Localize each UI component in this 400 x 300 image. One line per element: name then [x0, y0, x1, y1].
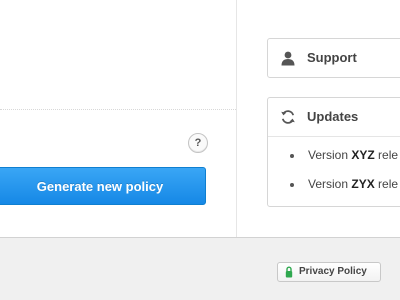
support-title: Support: [307, 50, 357, 65]
updates-list: Version XYZ rele Version ZYX rele: [268, 141, 400, 199]
update-item-prefix: Version: [308, 148, 352, 162]
update-item[interactable]: Version ZYX rele: [268, 170, 400, 199]
main-area: ? Generate new policy Support Updates Ve…: [0, 0, 400, 238]
updates-title: Updates: [307, 109, 359, 124]
generate-policy-button[interactable]: Generate new policy: [0, 167, 206, 205]
person-icon: [281, 51, 295, 66]
update-item-suffix: rele: [374, 148, 399, 162]
bullet-icon: [290, 154, 294, 158]
updates-panel-header: Updates: [268, 98, 400, 137]
update-item-version: ZYX: [351, 177, 375, 191]
support-panel[interactable]: Support: [267, 38, 400, 78]
section-divider: [0, 109, 236, 110]
updates-panel: Updates Version XYZ rele Version ZYX rel…: [267, 97, 400, 207]
update-item[interactable]: Version XYZ rele: [268, 141, 400, 170]
update-item-version: XYZ: [351, 148, 375, 162]
help-button[interactable]: ?: [188, 133, 208, 153]
update-item-suffix: rele: [374, 177, 399, 191]
privacy-policy-button[interactable]: Privacy Policy: [277, 262, 381, 282]
policy-content: ? Generate new policy: [0, 0, 237, 237]
privacy-policy-label: Privacy Policy: [299, 266, 367, 277]
footer: Privacy Policy: [0, 238, 400, 300]
support-panel-header[interactable]: Support: [268, 39, 400, 77]
lock-icon: [285, 266, 293, 278]
refresh-icon[interactable]: [280, 109, 296, 125]
bullet-icon: [290, 183, 294, 187]
update-item-prefix: Version: [308, 177, 352, 191]
